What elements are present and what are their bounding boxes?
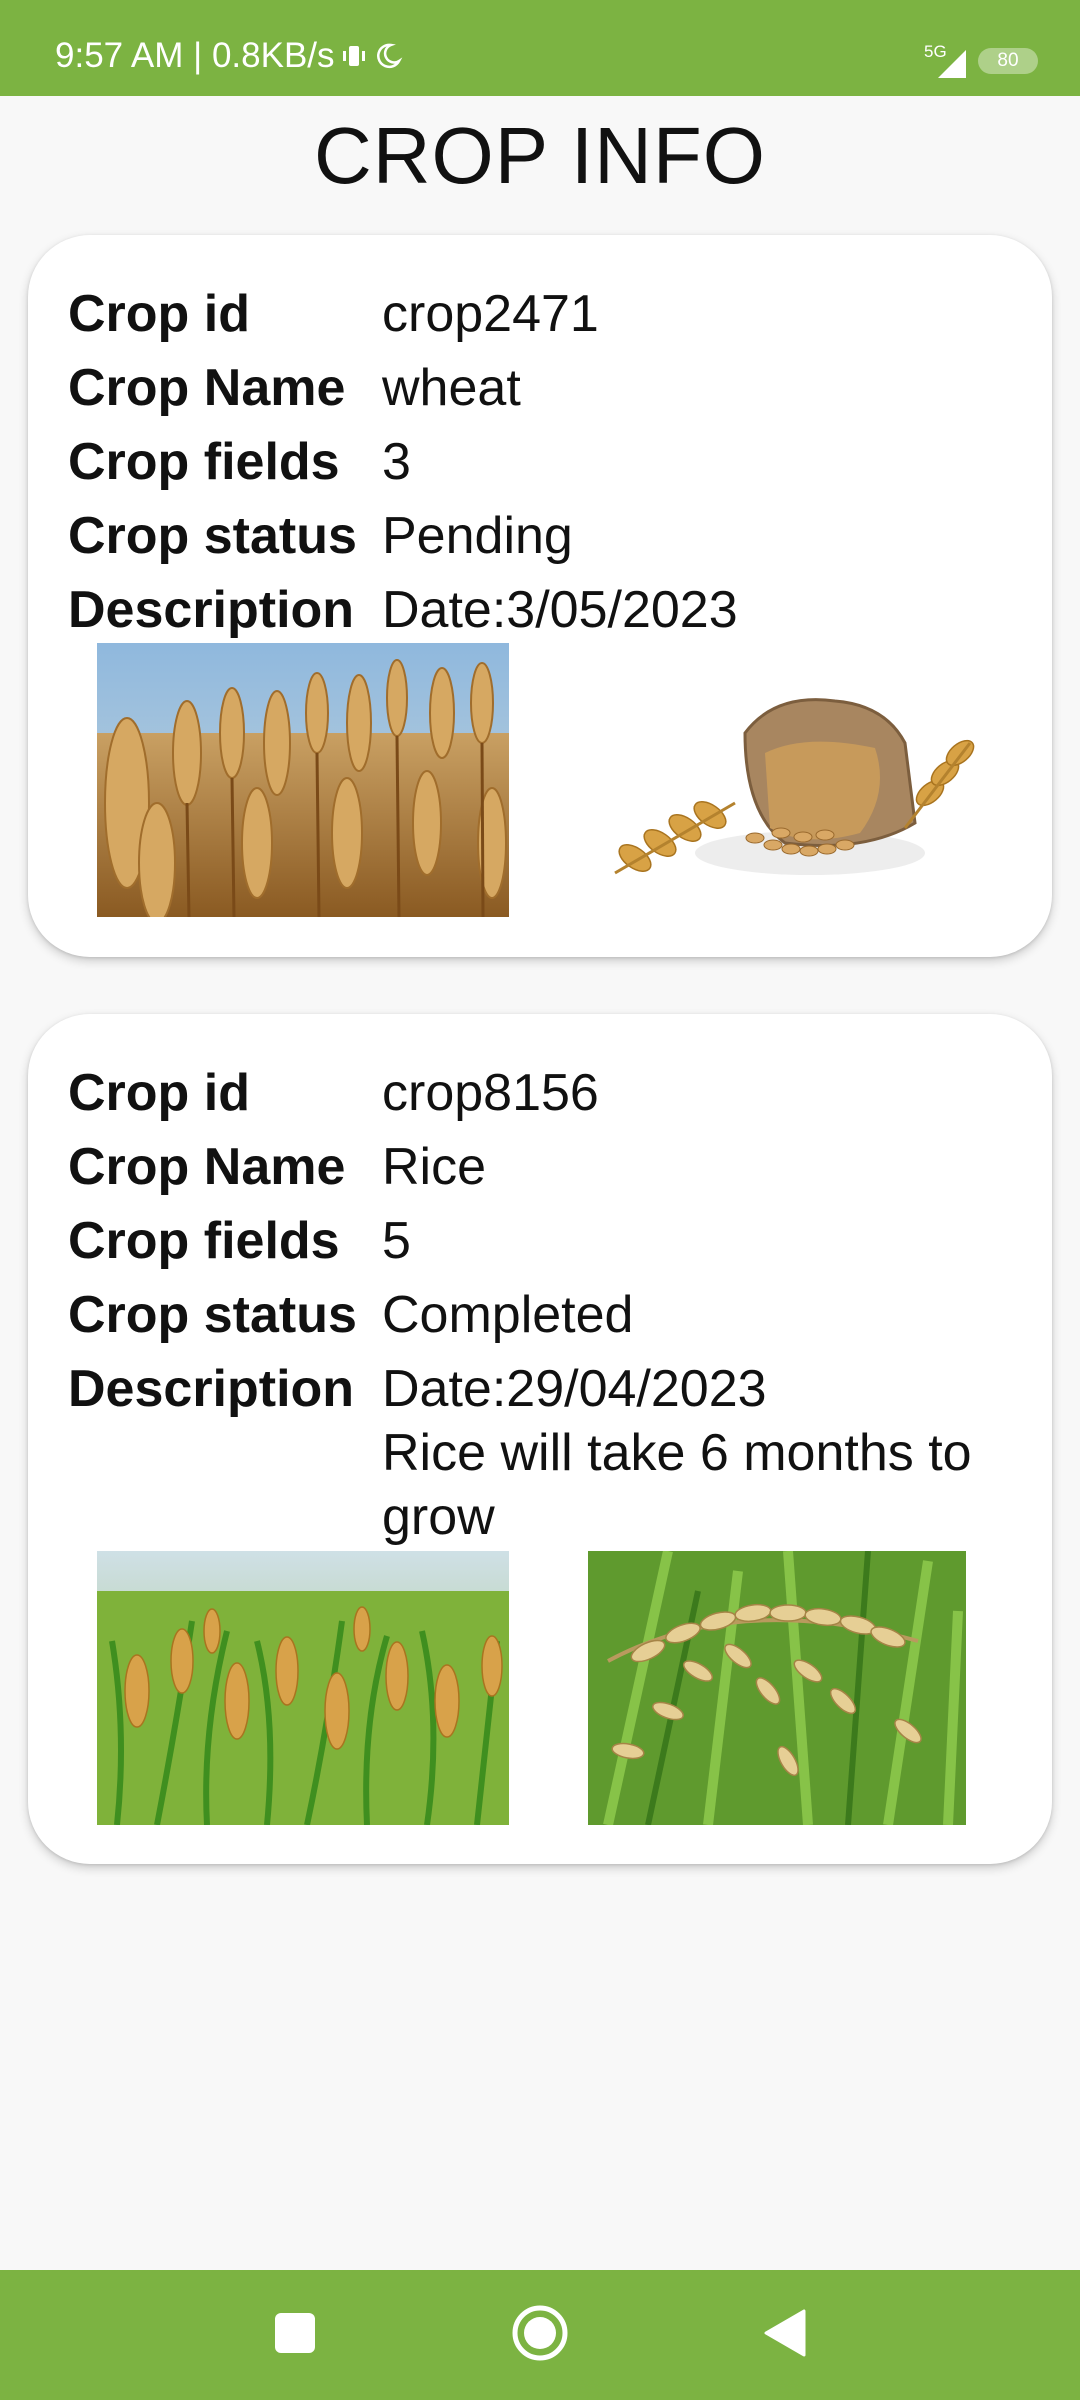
back-button[interactable]	[725, 2270, 845, 2400]
crop-fields-label: Crop fields	[68, 1212, 340, 1270]
rice-field-photo	[97, 1551, 509, 1825]
description-line: Date:29/04/2023	[382, 1360, 767, 1418]
crop-fields-row: Crop fields 3	[68, 425, 1028, 499]
status-time-speed: 9:57 AM | 0.8KB/s	[55, 36, 335, 75]
vibrate-icon	[341, 43, 367, 69]
crop-status-value: Completed	[382, 1286, 634, 1344]
crop-id-value: crop8156	[382, 1064, 599, 1122]
crop-name-label: Crop Name	[68, 359, 346, 417]
crop-status-row: Crop status Completed	[68, 1278, 1028, 1352]
description-line: Date:3/05/2023	[382, 581, 738, 639]
page-title: CROP INFO	[313, 111, 766, 200]
crop-id-value: crop2471	[382, 285, 599, 343]
description-label: Description	[68, 581, 355, 639]
crop-name-value: wheat	[382, 359, 521, 417]
wheat-grain-sack-photo	[605, 653, 983, 915]
crop-status-label: Crop status	[68, 1286, 357, 1344]
home-icon	[510, 2303, 570, 2368]
crop-fields-row: Crop fields 5	[68, 1204, 1028, 1278]
crop-status-row: Crop status Pending	[68, 499, 1028, 573]
recent-apps-button[interactable]	[235, 2270, 355, 2400]
crop-name-row: Crop Name wheat	[68, 351, 1028, 425]
crop-fields-value: 5	[382, 1212, 411, 1270]
crop-card[interactable]: Crop id crop8156 Crop Name Rice Crop fie…	[28, 1014, 1052, 1864]
status-bar: 9:57 AM | 0.8KB/s 5G 80	[0, 0, 1080, 96]
crop-name-label: Crop Name	[68, 1138, 346, 1196]
crop-name-row: Crop Name Rice	[68, 1130, 1028, 1204]
crop-id-row: Crop id crop2471	[68, 277, 1028, 351]
battery-icon: 80	[978, 48, 1038, 74]
description-line: Rice will take 6 months to	[382, 1424, 972, 1482]
crop-status-label: Crop status	[68, 507, 357, 565]
description-row: Description Date:29/04/2023 Rice will ta…	[68, 1352, 1028, 1549]
description-label: Description	[68, 1360, 355, 1418]
description-line: grow	[382, 1488, 495, 1546]
battery-level: 80	[997, 50, 1019, 71]
wheat-field-photo	[97, 643, 509, 917]
crop-info-table: Crop id crop8156 Crop Name Rice Crop fie…	[68, 1056, 1028, 1549]
description-value: Date:3/05/2023	[382, 573, 1028, 642]
navigation-bar	[0, 2270, 1080, 2400]
crop-fields-value: 3	[382, 433, 411, 491]
crop-id-label: Crop id	[68, 285, 250, 343]
back-icon	[762, 2308, 808, 2363]
crop-fields-label: Crop fields	[68, 433, 340, 491]
moon-icon	[373, 41, 403, 71]
status-left: 9:57 AM | 0.8KB/s	[55, 38, 403, 73]
description-value: Date:29/04/2023 Rice will take 6 months …	[382, 1352, 1028, 1549]
recent-apps-icon	[273, 2311, 317, 2360]
status-right: 5G 80	[924, 43, 1038, 79]
crop-name-value: Rice	[382, 1138, 487, 1196]
home-button[interactable]	[480, 2270, 600, 2400]
crop-info-table: Crop id crop2471 Crop Name wheat Crop fi…	[68, 277, 1028, 647]
crop-id-label: Crop id	[68, 1064, 250, 1122]
crop-card[interactable]: Crop id crop2471 Crop Name wheat Crop fi…	[28, 235, 1052, 957]
rice-grains-closeup-photo	[588, 1551, 966, 1825]
crop-status-value: Pending	[382, 507, 573, 565]
crop-id-row: Crop id crop8156	[68, 1056, 1028, 1130]
description-row: Description Date:3/05/2023	[68, 573, 1028, 647]
signal-icon: 5G	[924, 43, 968, 79]
